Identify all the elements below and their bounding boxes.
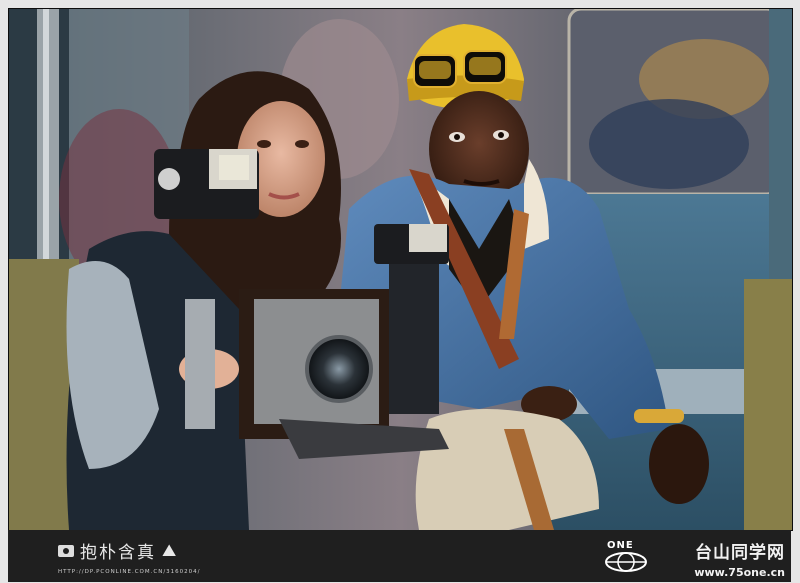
one-logo-text: ONE — [607, 540, 634, 551]
mountain-icon: ⛰ — [162, 540, 179, 561]
left-url: HTTP://DP.PCONLINE.COM.CN/3160204/ — [58, 569, 201, 575]
left-brand: 抱朴含真 ⛰ — [58, 538, 201, 563]
one-logo: ONE — [603, 540, 649, 572]
right-site: www.75one.cn — [694, 566, 785, 579]
picture-frame: 抱朴含真 ⛰ HTTP://DP.PCONLINE.COM.CN/3160204… — [0, 0, 800, 583]
left-brand-text: 抱朴含真 — [80, 543, 156, 563]
photograph — [8, 8, 793, 531]
camera-icon — [58, 544, 74, 557]
right-title: 台山同学网 — [695, 543, 785, 563]
photo-scene — [9, 9, 792, 530]
footer-bar: 抱朴含真 ⛰ HTTP://DP.PCONLINE.COM.CN/3160204… — [8, 530, 791, 582]
left-watermark: 抱朴含真 ⛰ HTTP://DP.PCONLINE.COM.CN/3160204… — [58, 538, 201, 575]
right-watermark: 台山同学网 www.75one.cn — [694, 538, 785, 579]
